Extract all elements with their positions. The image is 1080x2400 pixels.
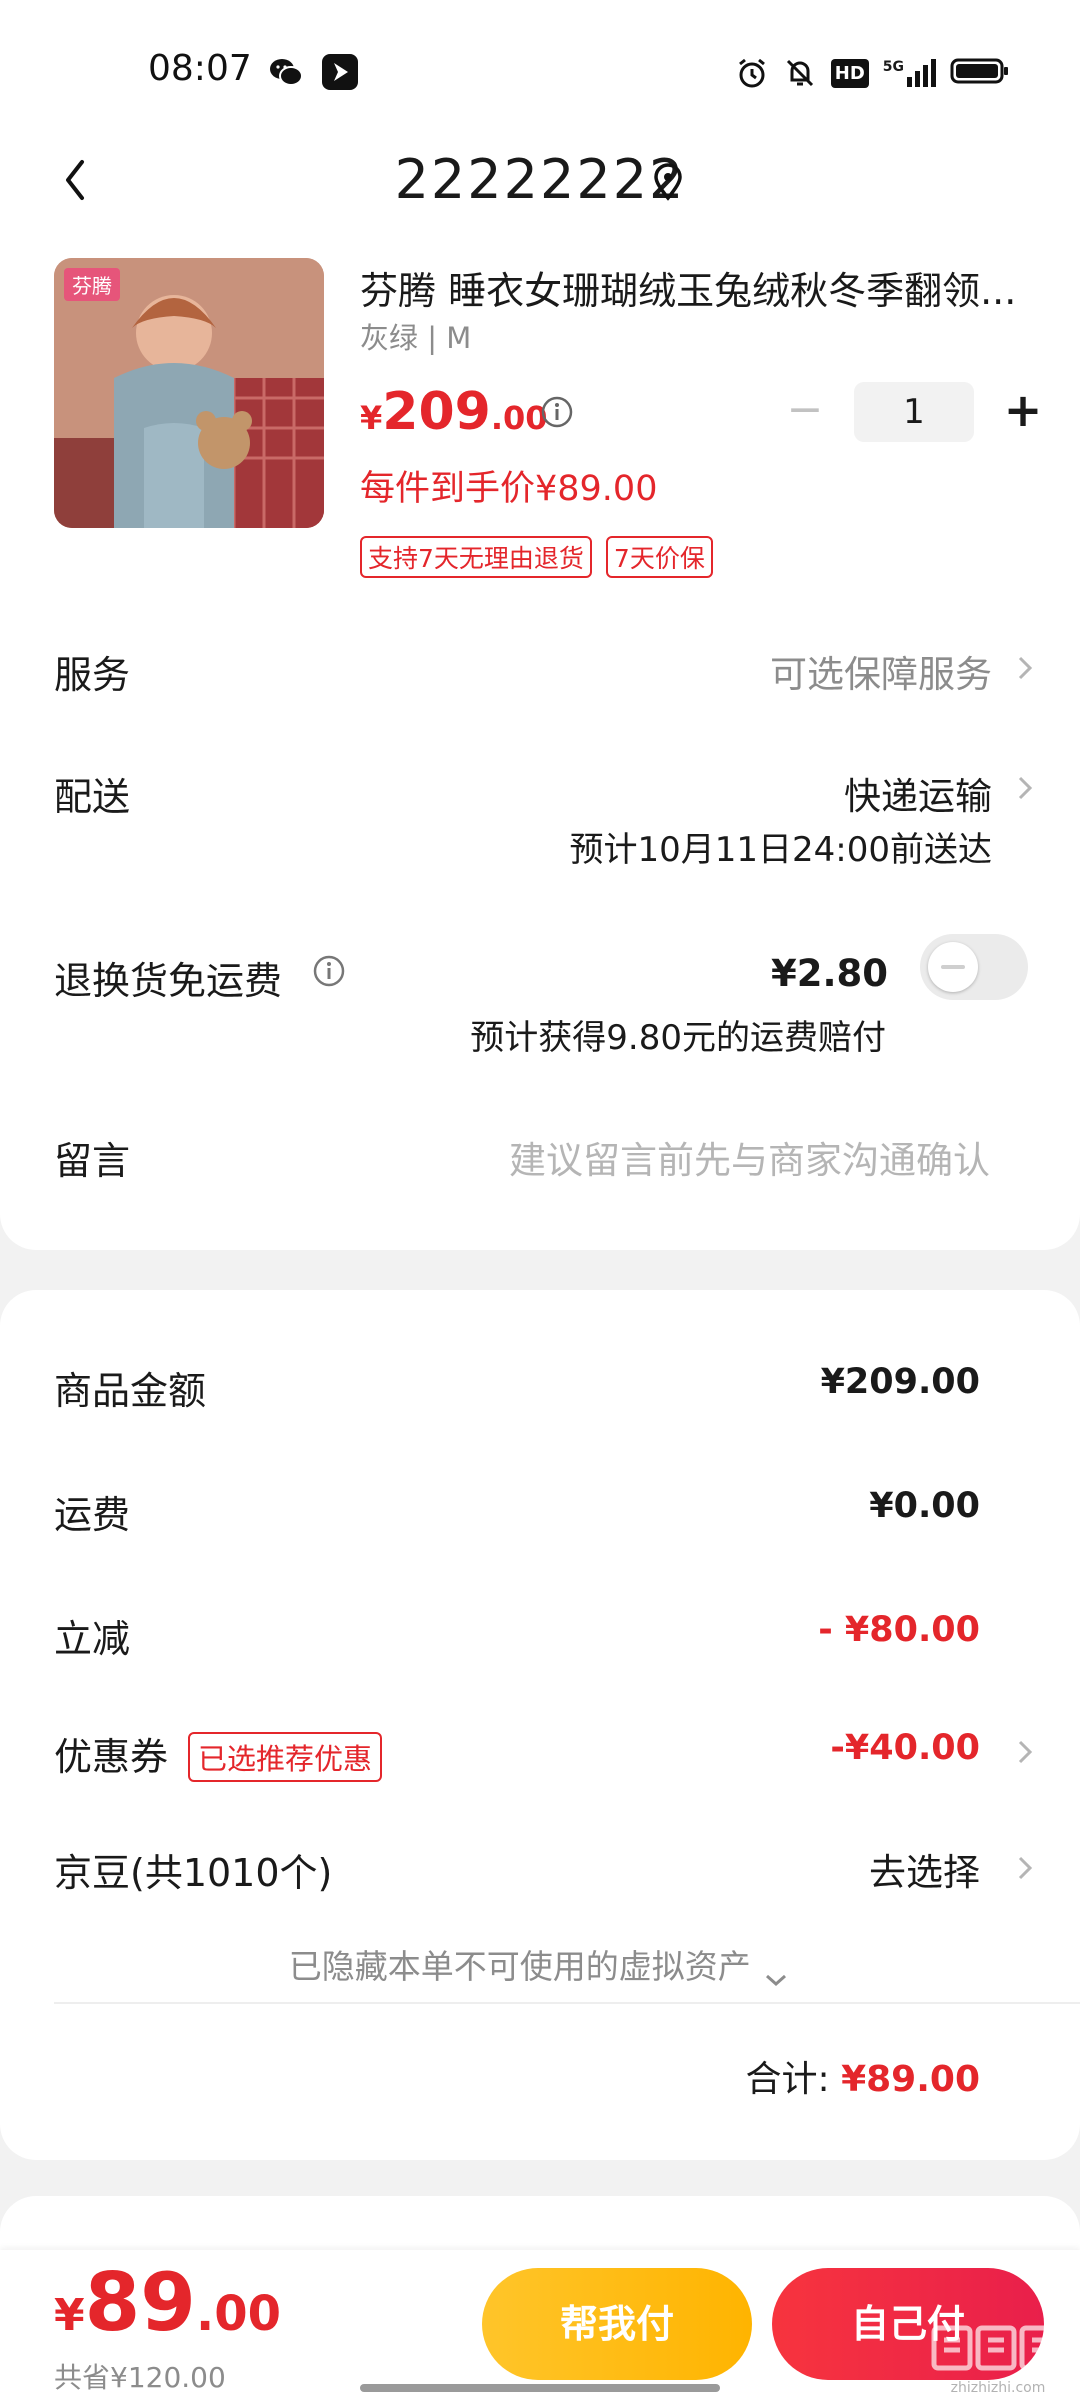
status-icons: HD 5G — [735, 54, 1010, 92]
shipping-value: ¥0.00 — [869, 1486, 980, 1526]
coupon-selected-badge: 已选推荐优惠 — [188, 1732, 383, 1782]
quantity-minus-button[interactable]: − — [780, 382, 830, 442]
order-total: 合计: ¥89.00 — [745, 2050, 980, 2102]
chevron-right-icon — [1014, 650, 1036, 686]
coupon-value: -¥40.00 — [830, 1728, 980, 1768]
status-bar: 08:07 HD 5G — [0, 0, 1080, 130]
alarm-icon — [735, 56, 769, 90]
hidden-assets-text: 已隐藏本单不可使用的虚拟资产 — [288, 1947, 751, 1986]
total-label: 合计: — [745, 2059, 830, 2100]
service-label: 服务 — [54, 653, 131, 697]
top-nav: 22222222 — [0, 130, 1080, 240]
return-info-icon[interactable] — [312, 954, 346, 988]
app-notification-icon — [322, 54, 358, 90]
address-title[interactable]: 22222222 — [0, 148, 1080, 211]
message-label: 留言 — [54, 1139, 131, 1183]
quantity-plus-button[interactable]: + — [998, 382, 1048, 442]
return-shipping-toggle[interactable] — [920, 934, 1028, 1000]
price-summary-card: 商品金额 ¥209.00 运费 ¥0.00 立减 - ¥80.00 优惠券 已选… — [0, 1290, 1080, 2160]
watermark-logo: zhizhizhi.com — [928, 2320, 1068, 2400]
goods-amount-value: ¥209.00 — [820, 1362, 980, 1402]
saved-amount: 共省¥120.00 — [54, 2361, 226, 2394]
location-pin-icon[interactable] — [650, 162, 686, 202]
chevron-right-icon — [1014, 1734, 1036, 1770]
product-price: ¥209.00 — [360, 382, 548, 442]
pay-amount: ¥89.00 — [54, 2256, 281, 2349]
quantity-stepper: − 1 + — [780, 382, 1048, 442]
price-info-icon[interactable] — [540, 395, 574, 429]
total-value: ¥89.00 — [841, 2059, 980, 2100]
product-spec[interactable]: 灰绿 | M — [360, 315, 471, 357]
jingdou-label: 京豆(共1010个) — [54, 1851, 333, 1895]
order-card: 芬腾 芬腾 睡衣女珊瑚绒玉兔绒秋冬季翻领... 灰绿 | M ¥209.00 −… — [0, 240, 1080, 1250]
wechat-icon — [268, 54, 304, 90]
coupon-label: 优惠券 — [54, 1735, 169, 1779]
product-title[interactable]: 芬腾 睡衣女珊瑚绒玉兔绒秋冬季翻领... — [360, 260, 1040, 315]
return-compensation: 预计获得9.80元的运费赔付 — [470, 1018, 886, 1058]
instant-discount-label: 立减 — [54, 1617, 131, 1661]
home-indicator[interactable] — [360, 2384, 720, 2392]
chevron-down-icon — [761, 1959, 791, 1986]
hd-icon: HD — [830, 58, 869, 88]
quantity-input[interactable]: 1 — [854, 382, 974, 442]
chevron-right-icon — [1014, 770, 1036, 806]
mute-bell-icon — [783, 56, 817, 90]
delivery-label: 配送 — [54, 775, 131, 819]
5g-signal-icon: 5G — [883, 59, 936, 87]
svg-text:zhizhizhi.com: zhizhizhi.com — [951, 2380, 1046, 2396]
instant-discount-value: - ¥80.00 — [818, 1610, 980, 1650]
checkout-bar: ¥89.00 共省¥120.00 帮我付 自己付 — [0, 2250, 1080, 2400]
service-tags: 支持7天无理由退货 7天价保 — [360, 536, 713, 578]
hand-price: 每件到手价¥89.00 — [360, 469, 658, 509]
help-me-pay-button[interactable]: 帮我付 — [482, 2268, 752, 2380]
hidden-assets-toggle[interactable]: 已隐藏本单不可使用的虚拟资产 — [0, 1940, 1080, 1988]
delivery-eta: 预计10月11日24:00前送达 — [569, 830, 992, 870]
goods-amount-label: 商品金额 — [54, 1369, 207, 1413]
service-value: 可选保障服务 — [770, 653, 992, 696]
tag-7day-price-protect: 7天价保 — [605, 536, 713, 578]
product-image[interactable]: 芬腾 — [54, 258, 324, 528]
return-shipping-label: 退换货免运费 — [54, 959, 283, 1003]
shipping-label: 运费 — [54, 1493, 131, 1537]
battery-icon — [950, 54, 1010, 92]
brand-logo-badge: 芬腾 — [64, 268, 120, 301]
message-input[interactable]: 建议留言前先与商家沟通确认 — [509, 1130, 990, 1184]
return-shipping-price: ¥2.80 — [770, 952, 888, 995]
delivery-method: 快递运输 — [844, 775, 992, 818]
divider — [54, 2002, 1080, 2004]
chevron-right-icon — [1014, 1850, 1036, 1886]
tag-7day-return: 支持7天无理由退货 — [360, 536, 592, 578]
jingdou-select: 去选择 — [869, 1851, 980, 1894]
status-time: 08:07 — [148, 48, 252, 89]
